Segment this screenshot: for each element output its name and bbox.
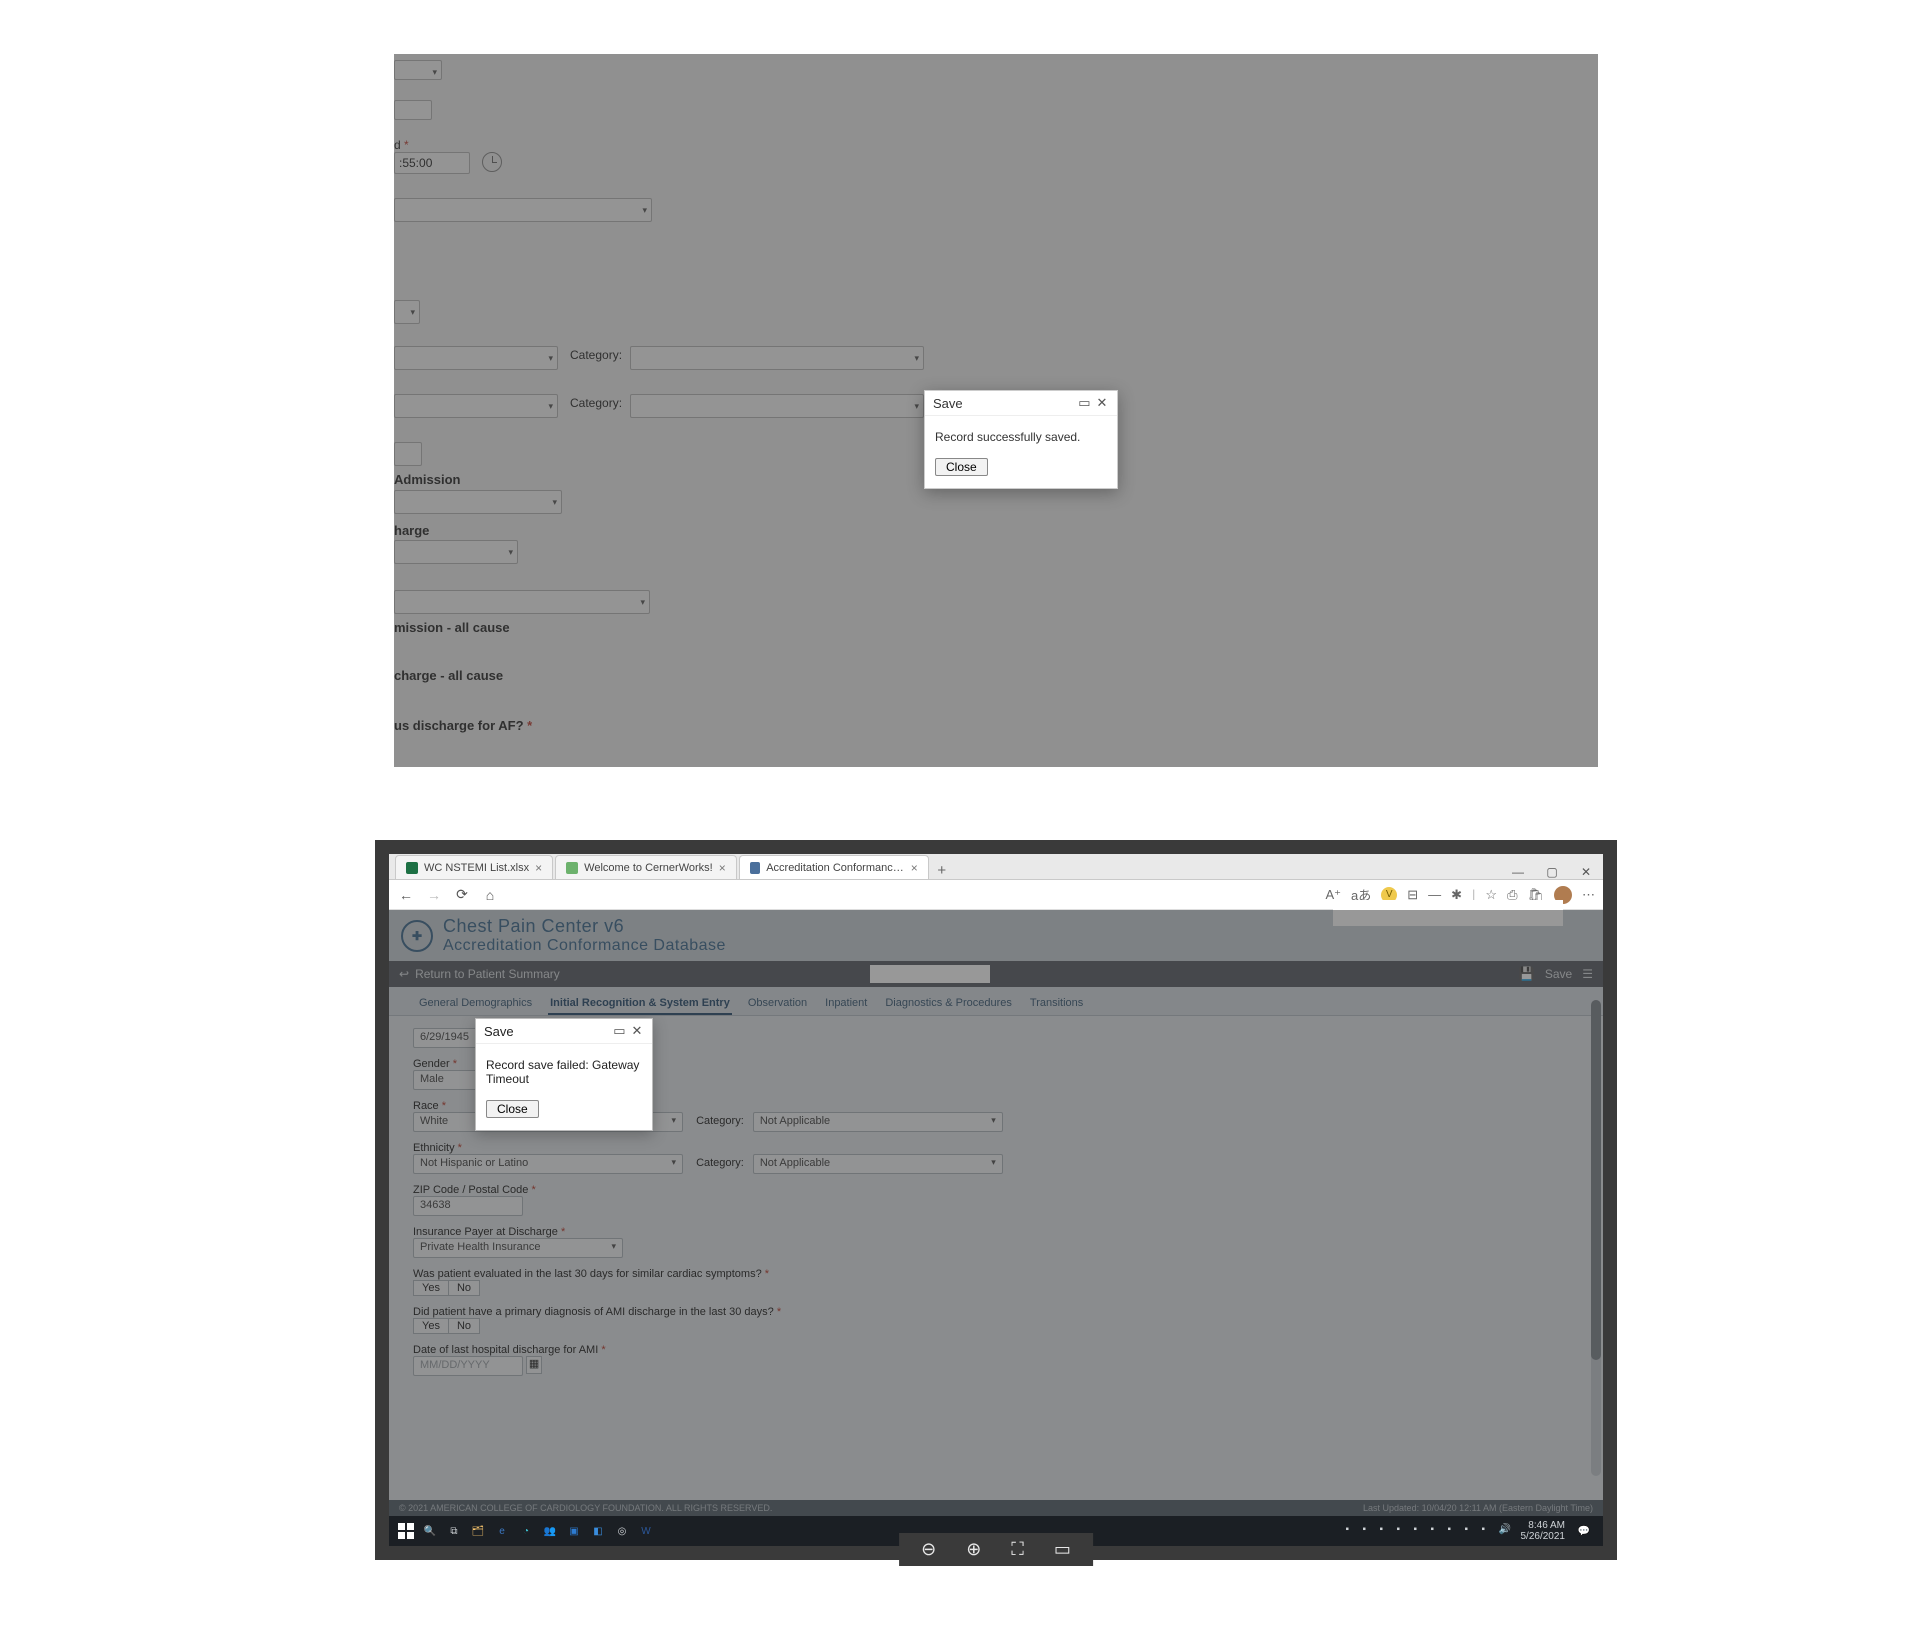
menu-icon[interactable]: ⋯ — [1582, 887, 1595, 903]
close-tab-icon[interactable]: × — [535, 861, 542, 875]
ie-icon[interactable]: e — [491, 1520, 513, 1542]
screenshot-2: WC NSTEMI List.xlsx × Welcome to CernerW… — [389, 854, 1603, 1546]
save-error-modal: Save ▭ ✕ Record save failed: Gateway Tim… — [475, 1018, 653, 1131]
close-icon[interactable]: ✕ — [630, 1023, 644, 1039]
tab-label: Welcome to CernerWorks! — [584, 862, 713, 874]
acc-favicon — [750, 862, 760, 874]
refresh-icon[interactable]: ⟳ — [453, 886, 471, 903]
modal-scrim — [389, 910, 1603, 1516]
modal-body: Record successfully saved. — [925, 416, 1117, 458]
close-tab-icon[interactable]: × — [911, 861, 918, 875]
close-window-icon[interactable]: ✕ — [1569, 865, 1603, 879]
close-button[interactable]: Close — [935, 458, 988, 476]
modal-title: Save — [484, 1024, 514, 1039]
file-explorer-icon[interactable]: 🗂 — [467, 1520, 489, 1542]
screenshot-2-frame: WC NSTEMI List.xlsx × Welcome to CernerW… — [375, 840, 1617, 1560]
taskview-icon[interactable]: ⧉ — [443, 1520, 465, 1542]
clock-date: 5/26/2021 — [1521, 1531, 1566, 1542]
tab-label: Accreditation Conformance Data — [766, 862, 905, 874]
browser-tab-2[interactable]: Welcome to CernerWorks! × — [555, 855, 737, 879]
teams-icon[interactable]: 👥 — [539, 1520, 561, 1542]
browser-tab-3[interactable]: Accreditation Conformance Data × — [739, 855, 929, 879]
start-menu-icon[interactable] — [395, 1520, 417, 1542]
home-icon[interactable]: ⌂ — [481, 887, 499, 903]
excel-favicon — [406, 862, 418, 874]
maximize-icon[interactable]: ▭ — [612, 1023, 626, 1039]
system-tray[interactable]: ▪▪▪ ▪▪▪ ▪▪▪ 🔊 — [1346, 1524, 1513, 1538]
taskbar-clock[interactable]: 8:46 AM 5/26/2021 — [1521, 1520, 1566, 1542]
app-icon-2[interactable]: ◧ — [587, 1520, 609, 1542]
cerner-favicon — [566, 862, 578, 874]
notifications-icon[interactable]: 💬 — [1573, 1520, 1595, 1542]
close-icon[interactable]: ✕ — [1095, 395, 1109, 411]
modal-body: Record save failed: Gateway Timeout — [476, 1044, 652, 1100]
clock-time: 8:46 AM — [1521, 1520, 1566, 1531]
tab-label: WC NSTEMI List.xlsx — [424, 862, 529, 874]
viewer-toolbar: ⊖ ⊕ ⛶ ▭ — [899, 1533, 1093, 1566]
maximize-icon[interactable]: ▭ — [1077, 395, 1091, 411]
zoom-in-icon[interactable]: ⊕ — [966, 1539, 981, 1560]
save-success-modal: Save ▭ ✕ Record successfully saved. Clos… — [924, 390, 1118, 489]
present-icon[interactable]: ▭ — [1054, 1539, 1071, 1560]
zoom-out-icon[interactable]: ⊖ — [921, 1539, 936, 1560]
search-icon[interactable]: 🔍 — [419, 1520, 441, 1542]
modal-title: Save — [933, 396, 963, 411]
chrome-icon[interactable]: ◎ — [611, 1520, 633, 1542]
new-tab-button[interactable]: + — [931, 862, 953, 879]
screenshot-1: ▾ d :55:00 ▾ ▾ ▾ Category: ▾ ▾ Category:… — [394, 54, 1598, 767]
browser-tab-1[interactable]: WC NSTEMI List.xlsx × — [395, 855, 553, 879]
back-icon[interactable]: ← — [397, 887, 415, 903]
maximize-window-icon[interactable]: ▢ — [1535, 865, 1569, 879]
close-button[interactable]: Close — [486, 1100, 539, 1118]
close-tab-icon[interactable]: × — [719, 861, 726, 875]
edge-icon[interactable]: ◔ — [515, 1520, 537, 1542]
fullscreen-icon[interactable]: ⛶ — [1011, 1539, 1024, 1560]
word-icon[interactable]: W — [635, 1520, 657, 1542]
browser-tabbar: WC NSTEMI List.xlsx × Welcome to CernerW… — [389, 854, 1603, 880]
app-icon-1[interactable]: ▣ — [563, 1520, 585, 1542]
forward-icon: → — [425, 887, 443, 903]
app-content: ✚ Chest Pain Center v6 Accreditation Con… — [389, 910, 1603, 1516]
minimize-window-icon[interactable]: — — [1501, 865, 1535, 879]
